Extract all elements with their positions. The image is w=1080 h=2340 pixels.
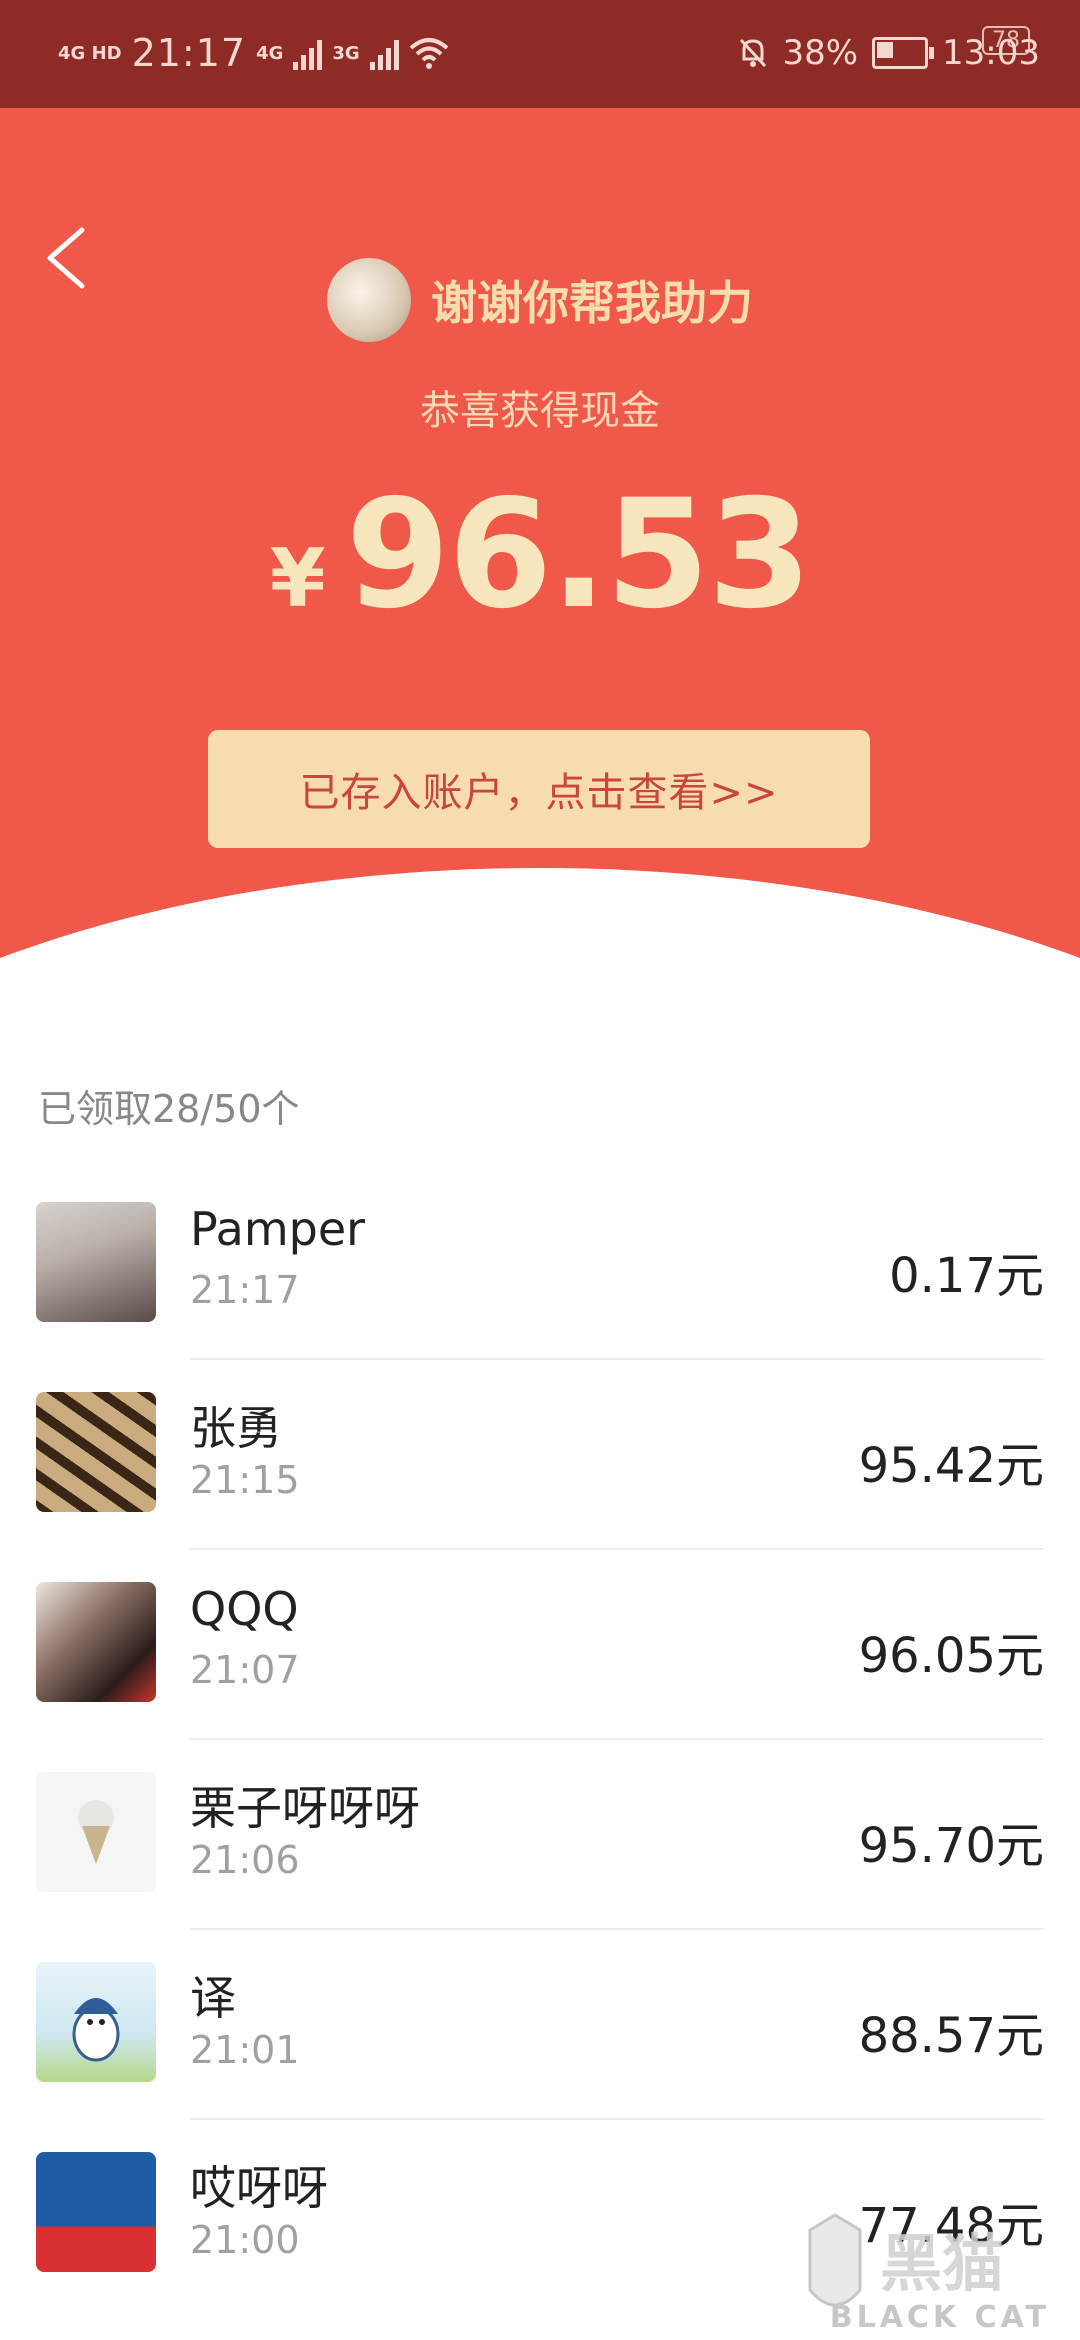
divider bbox=[190, 1738, 1044, 1740]
list-item[interactable]: Pamper 21:17 0.17元 bbox=[0, 1192, 1080, 1382]
prize-amount: ¥ 96.53 bbox=[0, 468, 1080, 642]
sender-message: 谢谢你帮我助力 bbox=[431, 276, 753, 330]
avatar bbox=[36, 1962, 156, 2082]
mute-bell-icon bbox=[740, 38, 767, 68]
sender-row: 谢谢你帮我助力 bbox=[0, 258, 1080, 342]
battery-percent: 38% bbox=[782, 33, 859, 73]
recipient-time: 21:01 bbox=[190, 2028, 300, 2072]
list-item[interactable]: QQQ 21:07 96.05元 bbox=[0, 1572, 1080, 1762]
congrats-subtitle: 恭喜获得现金 bbox=[420, 388, 660, 434]
recipient-time: 21:00 bbox=[190, 2218, 300, 2262]
recipient-name: 张勇 bbox=[190, 1401, 282, 1455]
recipient-time: 21:07 bbox=[190, 1648, 300, 1692]
recipient-list: Pamper 21:17 0.17元 张勇 21:15 95.42元 QQQ 2… bbox=[0, 1192, 1080, 2332]
avatar bbox=[36, 1582, 156, 1702]
status-bar: 4G HD 21:17 4G 3G 78 38% 13:03 bbox=[0, 0, 1080, 108]
list-item[interactable]: 张勇 21:15 95.42元 bbox=[0, 1382, 1080, 1572]
network-label-3g: 3G bbox=[332, 42, 360, 64]
red-packet-header: 谢谢你帮我助力 恭喜获得现金 ¥ 96.53 已存入账户，点击查看>> bbox=[0, 108, 1080, 1008]
recipient-name: 译 bbox=[190, 1971, 236, 2025]
sender-avatar bbox=[327, 258, 411, 342]
recipient-name: Pamper bbox=[190, 1202, 366, 1256]
amount-value: 96.53 bbox=[345, 468, 812, 642]
recipient-time: 21:06 bbox=[190, 1838, 300, 1882]
recipient-time: 21:15 bbox=[190, 1458, 300, 1502]
list-item[interactable]: 栗子呀呀呀 21:06 95.70元 bbox=[0, 1762, 1080, 1952]
recipient-amount: 96.05元 bbox=[858, 1628, 1044, 1684]
recipient-name: 栗子呀呀呀 bbox=[190, 1781, 420, 1835]
list-item[interactable]: 译 21:01 88.57元 bbox=[0, 1952, 1080, 2142]
claimed-count: 已领取28/50个 bbox=[38, 1087, 300, 1131]
battery-icon bbox=[872, 37, 935, 69]
currency-symbol: ¥ bbox=[269, 532, 326, 625]
avatar bbox=[36, 1202, 156, 1322]
watermark-text: BLACK CAT bbox=[829, 2300, 1050, 2335]
divider bbox=[190, 2118, 1044, 2120]
divider bbox=[190, 1548, 1044, 1550]
recipient-name: 哎呀呀 bbox=[190, 2161, 328, 2215]
recipient-amount: 0.17元 bbox=[889, 1248, 1044, 1304]
avatar bbox=[36, 1772, 156, 1892]
ice-cream-icon bbox=[78, 1800, 114, 1864]
penguin-icon bbox=[72, 1998, 120, 2062]
status-right: 38% 13:03 bbox=[738, 20, 1040, 86]
divider bbox=[190, 1358, 1044, 1360]
status-time-left: 21:17 bbox=[131, 31, 247, 75]
svg-text:黑猫: 黑猫 bbox=[880, 2227, 1004, 2300]
recipient-amount: 88.57元 bbox=[858, 2008, 1044, 2064]
signal-icon bbox=[293, 36, 323, 70]
signal-icon-2 bbox=[369, 36, 399, 70]
header-curve bbox=[0, 868, 1080, 1008]
avatar bbox=[36, 2152, 156, 2272]
wifi-icon bbox=[409, 38, 449, 69]
recipient-amount: 95.70元 bbox=[858, 1818, 1044, 1874]
network-label-4g: 4G bbox=[256, 42, 284, 64]
recipient-amount: 95.42元 bbox=[858, 1438, 1044, 1494]
network-type-label: 4G HD bbox=[58, 42, 122, 64]
view-account-button[interactable]: 已存入账户，点击查看>> bbox=[208, 730, 870, 848]
divider bbox=[190, 1928, 1044, 1930]
status-time-right: 13:03 bbox=[942, 33, 1040, 73]
avatar bbox=[36, 1392, 156, 1512]
recipient-name: QQQ bbox=[190, 1582, 299, 1636]
status-left: 4G HD 21:17 4G 3G bbox=[58, 20, 449, 86]
recipient-time: 21:17 bbox=[190, 1268, 300, 1312]
